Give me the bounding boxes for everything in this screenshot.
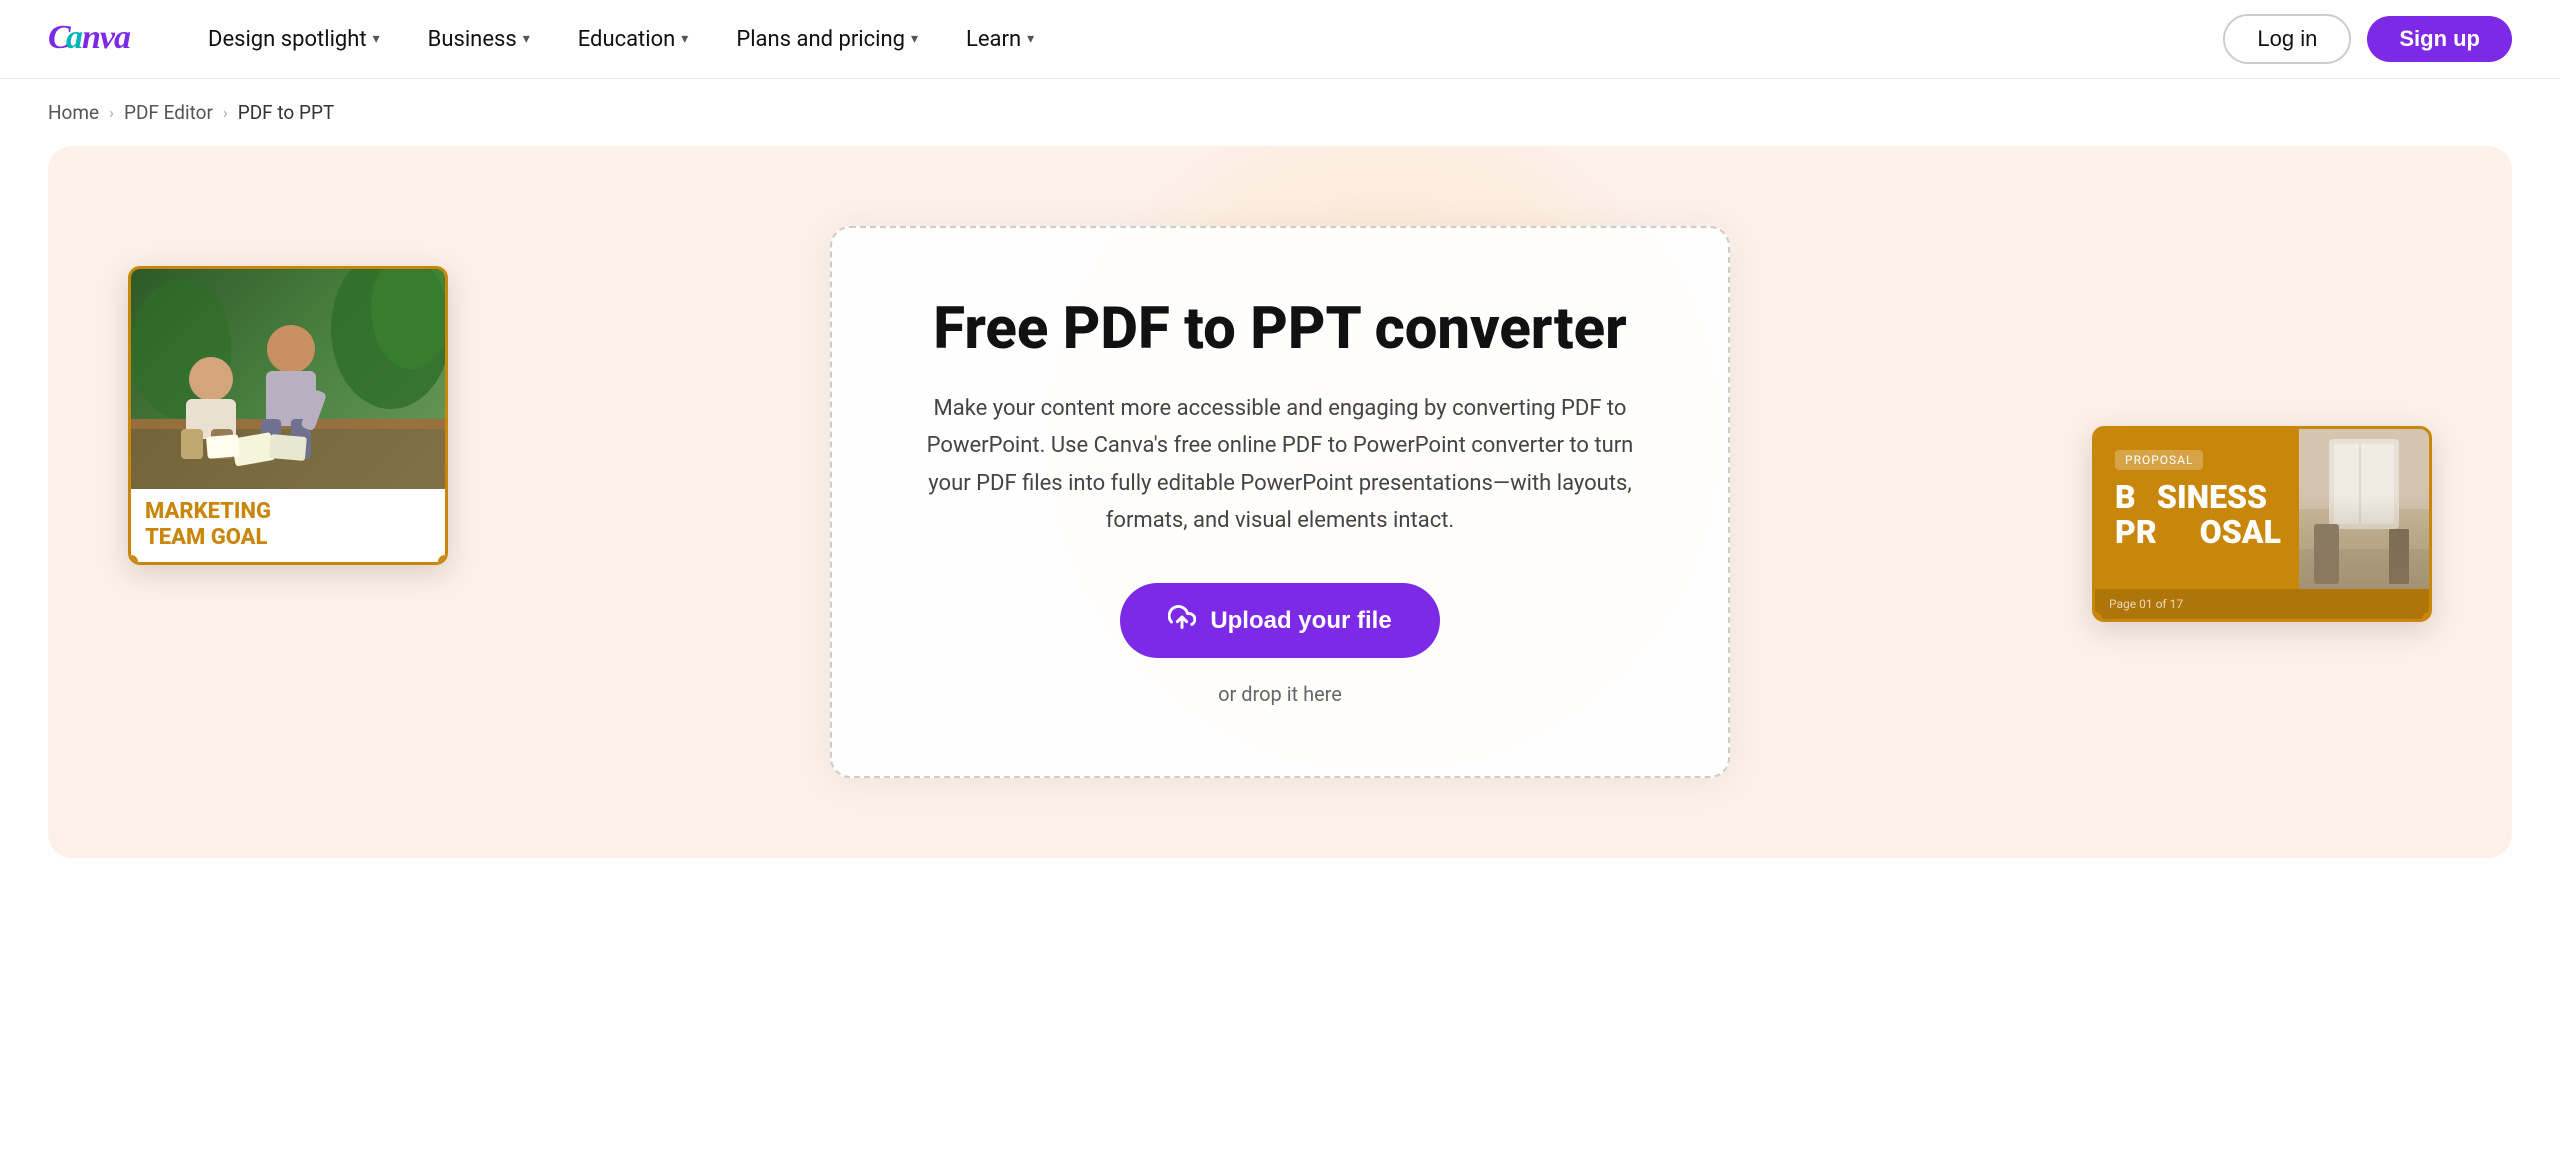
converter-card: Free PDF to PPT converter Make your cont… xyxy=(830,226,1730,778)
breadcrumb-home[interactable]: Home xyxy=(48,101,99,124)
nav-item-business[interactable]: Business ▾ xyxy=(406,19,552,60)
nav-actions: Log in Sign up xyxy=(2223,14,2512,64)
nav-label-plans-pricing: Plans and pricing xyxy=(736,27,905,52)
upload-file-button[interactable]: Upload your file xyxy=(1120,583,1439,658)
svg-text:a: a xyxy=(66,19,83,54)
svg-text:nva: nva xyxy=(82,19,131,54)
corner-handle-br xyxy=(438,555,448,565)
canva-logo[interactable]: C a nva xyxy=(48,16,138,63)
login-button[interactable]: Log in xyxy=(2223,14,2351,64)
upload-button-label: Upload your file xyxy=(1210,607,1391,635)
left-card-title: MARKETING TEAM GOAL xyxy=(145,499,431,552)
converter-title: Free PDF to PPT converter xyxy=(912,298,1648,362)
right-card-content: PROPOSAL BUSINESS PROPOSAL xyxy=(2095,429,2429,589)
right-card-photo xyxy=(2299,429,2429,589)
right-card-image xyxy=(2299,429,2429,589)
signup-button[interactable]: Sign up xyxy=(2367,16,2512,62)
chevron-down-icon: ▾ xyxy=(373,31,380,47)
nav-label-learn: Learn xyxy=(966,27,1021,52)
breadcrumb-separator-2: › xyxy=(223,103,228,122)
chevron-down-icon: ▾ xyxy=(523,31,530,47)
drop-text: or drop it here xyxy=(912,682,1648,706)
breadcrumb: Home › PDF Editor › PDF to PPT xyxy=(0,79,2560,146)
navbar: C a nva Design spotlight ▾ Business ▾ Ed… xyxy=(0,0,2560,79)
breadcrumb-current: PDF to PPT xyxy=(238,101,335,124)
chevron-down-icon: ▾ xyxy=(1027,31,1034,47)
nav-label-design-spotlight: Design spotlight xyxy=(208,27,367,52)
nav-menu: Design spotlight ▾ Business ▾ Education … xyxy=(186,19,2223,60)
chevron-down-icon: ▾ xyxy=(911,31,918,47)
nav-item-learn[interactable]: Learn ▾ xyxy=(944,19,1056,60)
nav-item-plans-pricing[interactable]: Plans and pricing ▾ xyxy=(714,19,940,60)
converter-description: Make your content more accessible and en… xyxy=(920,390,1640,540)
right-card-title: BUSINESS PROPOSAL xyxy=(2115,480,2289,550)
left-decorative-card: MARKETING TEAM GOAL Max xyxy=(128,266,448,565)
nav-item-design-spotlight[interactable]: Design spotlight ▾ xyxy=(186,19,402,60)
nav-label-business: Business xyxy=(428,27,517,52)
left-card-image xyxy=(131,269,445,489)
upload-icon xyxy=(1168,603,1196,638)
hero-section: MARKETING TEAM GOAL Max Phillipa PROPOSA… xyxy=(48,146,2512,858)
cursor-pointer xyxy=(305,564,333,565)
corner-handle-br-right xyxy=(2422,612,2432,622)
nav-item-education[interactable]: Education ▾ xyxy=(556,19,711,60)
right-card-footer: Page 01 of 17 xyxy=(2095,589,2429,619)
right-decorative-card: Phillipa PROPOSAL BUSINESS PROPOSAL xyxy=(2092,426,2432,622)
breadcrumb-pdf-editor[interactable]: PDF Editor xyxy=(124,101,213,124)
nav-label-education: Education xyxy=(578,27,676,52)
breadcrumb-separator-1: › xyxy=(109,103,114,122)
left-card-text: MARKETING TEAM GOAL xyxy=(131,489,445,562)
chevron-down-icon: ▾ xyxy=(681,31,688,47)
right-card-proposal-label: PROPOSAL xyxy=(2115,450,2203,470)
